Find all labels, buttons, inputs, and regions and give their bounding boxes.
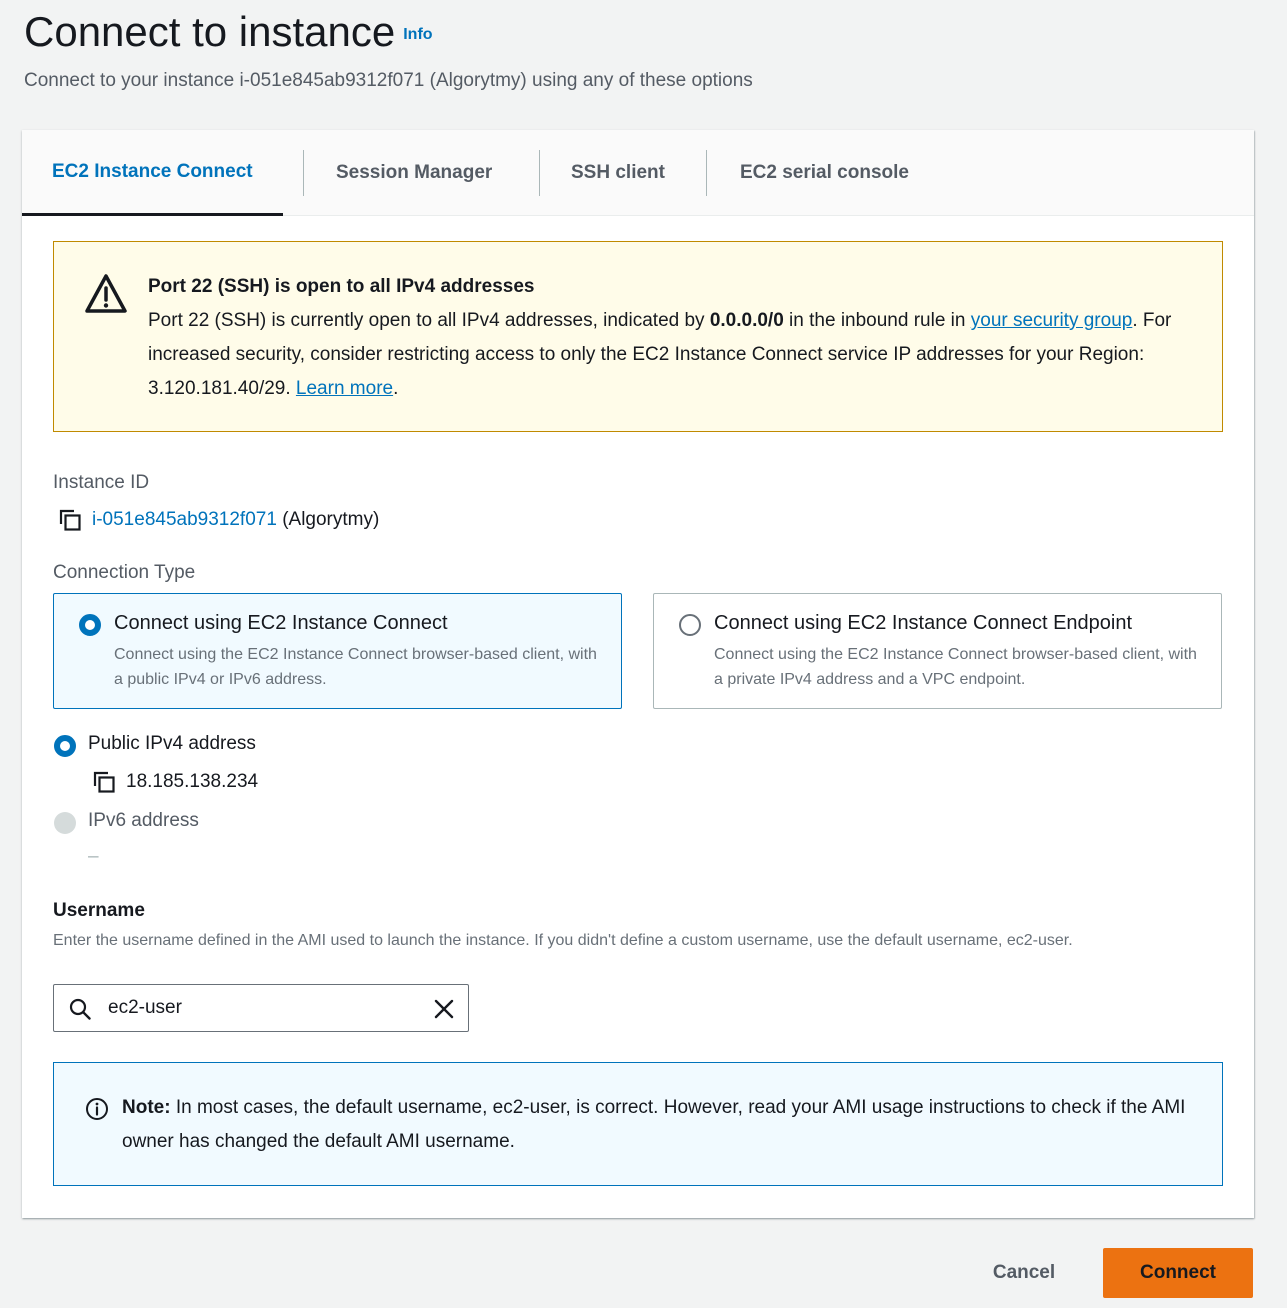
info-link[interactable]: Info bbox=[403, 26, 432, 43]
ipv6-label: IPv6 address bbox=[88, 810, 199, 831]
ipv6-value: – bbox=[88, 846, 99, 867]
tab-ssh-client[interactable]: SSH client bbox=[541, 130, 695, 216]
public-ipv4-label: Public IPv4 address bbox=[88, 733, 256, 754]
clear-icon[interactable] bbox=[432, 997, 456, 1021]
copy-icon[interactable] bbox=[58, 508, 82, 532]
search-icon bbox=[69, 998, 91, 1020]
tile-description: Connect using the EC2 Instance Connect b… bbox=[714, 646, 1197, 688]
warning-title: Port 22 (SSH) is open to all IPv4 addres… bbox=[148, 276, 535, 297]
info-icon bbox=[86, 1098, 108, 1120]
public-ipv4-address: 18.185.138.234 bbox=[126, 771, 259, 792]
tab-separator bbox=[303, 150, 304, 196]
instance-id-value: i-051e845ab9312f071 (Algorytmy) bbox=[58, 508, 379, 532]
instance-id-link[interactable]: i-051e845ab9312f071 bbox=[92, 509, 277, 531]
connect-button[interactable]: Connect bbox=[1103, 1248, 1253, 1298]
warning-icon bbox=[85, 274, 127, 313]
username-field bbox=[53, 984, 469, 1032]
tile-title: Connect using EC2 Instance Connect Endpo… bbox=[714, 612, 1133, 634]
page-title: Connect to instance Info bbox=[24, 8, 433, 55]
warning-body: Port 22 (SSH) is currently open to all I… bbox=[148, 310, 1172, 399]
tile-connect-ec2-instance-connect[interactable]: Connect using EC2 Instance Connect Conne… bbox=[53, 593, 622, 709]
tile-title: Connect using EC2 Instance Connect bbox=[114, 612, 448, 634]
security-group-link[interactable]: your security group bbox=[971, 310, 1133, 331]
tab-ec2-instance-connect[interactable]: EC2 Instance Connect bbox=[22, 130, 283, 216]
copy-icon[interactable] bbox=[92, 770, 116, 794]
radio-ipv6[interactable] bbox=[54, 812, 76, 834]
info-note: Note: In most cases, the default usernam… bbox=[53, 1062, 1223, 1186]
tile-connect-ec2-instance-connect-endpoint[interactable]: Connect using EC2 Instance Connect Endpo… bbox=[653, 593, 1222, 709]
instance-id-label: Instance ID bbox=[53, 472, 150, 493]
tab-ec2-serial-console[interactable]: EC2 serial console bbox=[710, 130, 939, 216]
username-description: Enter the username defined in the AMI us… bbox=[53, 932, 1073, 949]
cancel-button[interactable]: Cancel bbox=[970, 1248, 1078, 1298]
tab-bar: EC2 Instance Connect Session Manager SSH… bbox=[22, 130, 1254, 216]
public-ipv4-value: 18.185.138.234 bbox=[92, 770, 258, 794]
tab-session-manager[interactable]: Session Manager bbox=[306, 130, 522, 216]
connect-card: EC2 Instance Connect Session Manager SSH… bbox=[22, 130, 1254, 1218]
instance-name: (Algorytmy) bbox=[282, 509, 380, 530]
note-text: Note: In most cases, the default usernam… bbox=[122, 1097, 1186, 1152]
radio-public-ipv4[interactable] bbox=[54, 735, 76, 757]
radio-ec2-instance-connect[interactable] bbox=[79, 614, 101, 636]
tab-separator bbox=[706, 150, 707, 196]
tab-separator bbox=[539, 150, 540, 196]
connect-to-instance-page: Connect to instance Info Connect to your … bbox=[0, 0, 1287, 1308]
warning-alert: Port 22 (SSH) is open to all IPv4 addres… bbox=[53, 241, 1223, 432]
page-subtitle: Connect to your instance i-051e845ab9312… bbox=[24, 70, 753, 91]
connection-type-label: Connection Type bbox=[53, 562, 196, 583]
username-input[interactable] bbox=[106, 991, 416, 1025]
radio-ec2-instance-connect-endpoint[interactable] bbox=[679, 614, 701, 636]
tile-description: Connect using the EC2 Instance Connect b… bbox=[114, 646, 597, 688]
username-title: Username bbox=[53, 900, 145, 921]
learn-more-link[interactable]: Learn more bbox=[296, 378, 393, 399]
